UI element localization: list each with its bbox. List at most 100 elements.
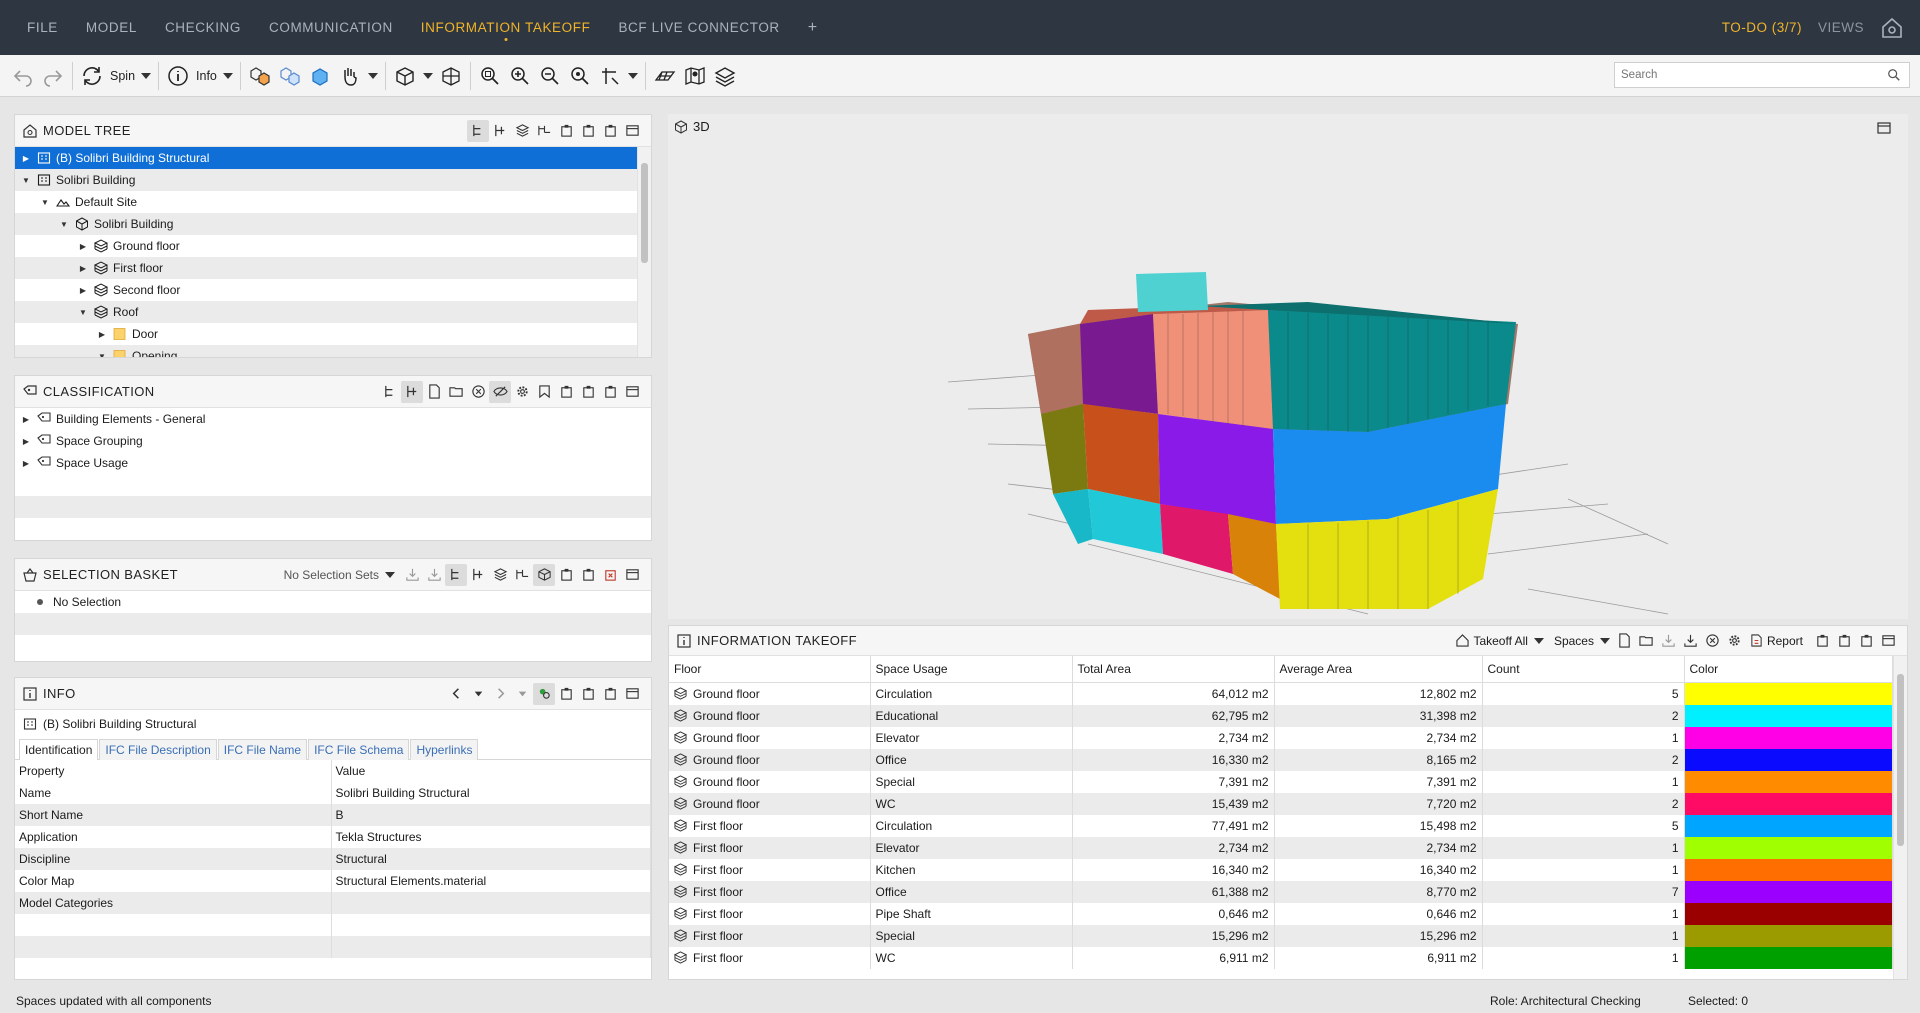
- column-header[interactable]: Average Area: [1274, 656, 1483, 683]
- model-tree-row[interactable]: ▼ Solibri Building: [15, 213, 651, 235]
- model-tree-row[interactable]: ▼ Opening: [15, 345, 651, 357]
- color-cell[interactable]: [1684, 726, 1893, 749]
- layers-button[interactable]: [710, 60, 740, 92]
- menu-information-takeoff[interactable]: INFORMATION TAKEOFF: [407, 0, 605, 55]
- load-selection-button[interactable]: [423, 564, 445, 586]
- color-cell[interactable]: [1684, 814, 1893, 837]
- takeoff-row[interactable]: Ground floor Special 7,391 m2 7,391 m2 1: [669, 770, 1893, 793]
- model-tree-tool-1[interactable]: [555, 120, 577, 142]
- expand-arrow-icon[interactable]: ▶: [21, 414, 31, 424]
- takeoff-row[interactable]: First floor Special 15,296 m2 15,296 m2 1: [669, 924, 1893, 947]
- add-view-button[interactable]: +: [794, 19, 831, 37]
- takeoff-row[interactable]: Ground floor Office 16,330 m2 8,165 m2 2: [669, 748, 1893, 771]
- model-tree-row[interactable]: ▶ Second floor: [15, 279, 651, 301]
- color-cell[interactable]: [1684, 858, 1893, 881]
- takeoff-row[interactable]: First floor Kitchen 16,340 m2 16,340 m2 1: [669, 858, 1893, 881]
- color-cell[interactable]: [1684, 748, 1893, 771]
- measure-dropdown[interactable]: [595, 60, 641, 92]
- import-button[interactable]: [1658, 630, 1680, 652]
- transparency-button[interactable]: [275, 60, 305, 92]
- building-3d-model[interactable]: [668, 114, 1908, 619]
- classification-row[interactable]: ▶ Space Grouping: [15, 430, 651, 452]
- component-view-button[interactable]: [533, 120, 555, 142]
- maximize-panel-button[interactable]: [621, 564, 643, 586]
- column-header[interactable]: Total Area: [1072, 656, 1275, 683]
- spaces-dropdown[interactable]: Spaces: [1554, 634, 1610, 648]
- close-takeoff-button[interactable]: [1702, 630, 1724, 652]
- takeoff-row[interactable]: First floor Office 61,388 m2 8,770 m2 7: [669, 880, 1893, 903]
- takeoff-row[interactable]: First floor Circulation 77,491 m2 15,498 m2…: [669, 814, 1893, 837]
- maximize-panel-button[interactable]: [621, 683, 643, 705]
- hide-unclassified-button[interactable]: [489, 380, 511, 403]
- color-cell[interactable]: [1684, 704, 1893, 727]
- isolate-button[interactable]: [305, 60, 335, 92]
- next-button[interactable]: [489, 683, 511, 705]
- property-row[interactable]: Short Name B: [15, 804, 651, 826]
- column-header[interactable]: Color: [1684, 656, 1893, 683]
- save-selection-button[interactable]: [401, 564, 423, 586]
- search-icon[interactable]: [1887, 68, 1901, 82]
- tab-identification[interactable]: Identification: [19, 739, 99, 760]
- search-input[interactable]: [1615, 63, 1887, 87]
- collapse-arrow-icon[interactable]: ▼: [21, 175, 31, 185]
- color-cell[interactable]: [1684, 924, 1893, 947]
- expand-arrow-icon[interactable]: ▶: [78, 241, 88, 251]
- collapse-arrow-icon[interactable]: ▼: [78, 307, 88, 317]
- new-takeoff-button[interactable]: [1614, 630, 1636, 652]
- basket-3d-button[interactable]: [533, 563, 555, 586]
- link-selection-button[interactable]: [533, 682, 555, 705]
- zoom-in-button[interactable]: [505, 60, 535, 92]
- classification-tool-1[interactable]: [555, 381, 577, 403]
- show-model-button[interactable]: [245, 60, 275, 92]
- collapse-arrow-icon[interactable]: ▼: [40, 197, 50, 207]
- redo-button[interactable]: [38, 60, 68, 92]
- model-tree-scrollbar[interactable]: [637, 147, 651, 357]
- collapse-arrow-icon[interactable]: ▼: [97, 351, 107, 358]
- tree-filter-button[interactable]: [489, 120, 511, 142]
- takeoff-all-dropdown[interactable]: Takeoff All: [1456, 634, 1544, 648]
- takeoff-scrollbar[interactable]: [1893, 656, 1907, 979]
- maximize-panel-button[interactable]: [1877, 630, 1899, 652]
- info-tool-2[interactable]: [577, 683, 599, 705]
- map-location-button[interactable]: [680, 60, 710, 92]
- menu-checking[interactable]: CHECKING: [151, 0, 255, 55]
- basket-tree-button[interactable]: [467, 564, 489, 586]
- classification-tool-2[interactable]: [577, 381, 599, 403]
- takeoff-row[interactable]: First floor WC 6,911 m2 6,911 m2 1: [669, 946, 1893, 969]
- previous-button[interactable]: [445, 683, 467, 705]
- info-tool-1[interactable]: [555, 683, 577, 705]
- tab-ifc-file-name[interactable]: IFC File Name: [217, 739, 308, 760]
- expand-arrow-icon[interactable]: ▶: [78, 285, 88, 295]
- tab-ifc-file-schema[interactable]: IFC File Schema: [308, 739, 410, 760]
- view-cube-dropdown[interactable]: [390, 60, 436, 92]
- classification-settings-button[interactable]: [511, 381, 533, 403]
- model-tree-row[interactable]: ▶ First floor: [15, 257, 651, 279]
- expand-arrow-icon[interactable]: ▶: [78, 263, 88, 273]
- takeoff-row[interactable]: Ground floor Elevator 2,734 m2 2,734 m2 1: [669, 726, 1893, 749]
- menu-model[interactable]: MODEL: [72, 0, 151, 55]
- floor-view-button[interactable]: [511, 120, 533, 142]
- model-tree-tool-3[interactable]: [599, 120, 621, 142]
- expand-arrow-icon[interactable]: ▶: [97, 329, 107, 339]
- model-tree-row[interactable]: ▼ Roof: [15, 301, 651, 323]
- column-header[interactable]: Space Usage: [870, 656, 1073, 683]
- new-classification-button[interactable]: [423, 381, 445, 403]
- column-header[interactable]: Count: [1482, 656, 1685, 683]
- 3d-view-panel[interactable]: 3D: [668, 114, 1908, 619]
- menu-bcf-live-connector[interactable]: BCF LIVE CONNECTOR: [604, 0, 793, 55]
- basket-component-button[interactable]: [511, 564, 533, 586]
- collapse-arrow-icon[interactable]: ▼: [59, 219, 69, 229]
- info-tool-3[interactable]: [599, 683, 621, 705]
- info-dropdown[interactable]: Info: [163, 60, 236, 92]
- expand-arrow-icon[interactable]: ▶: [21, 436, 31, 446]
- model-tree-tool-2[interactable]: [577, 120, 599, 142]
- property-row[interactable]: Model Categories: [15, 892, 651, 914]
- expand-arrow-icon[interactable]: ▶: [21, 458, 31, 468]
- takeoff-settings-button[interactable]: [1724, 630, 1746, 652]
- model-tree-row[interactable]: ▼ Default Site: [15, 191, 651, 213]
- property-row[interactable]: Application Tekla Structures: [15, 826, 651, 848]
- classification-row[interactable]: ▶ Space Usage: [15, 452, 651, 474]
- hand-tool-dropdown[interactable]: [335, 60, 381, 92]
- section-box-button[interactable]: [436, 60, 466, 92]
- open-takeoff-button[interactable]: [1636, 630, 1658, 652]
